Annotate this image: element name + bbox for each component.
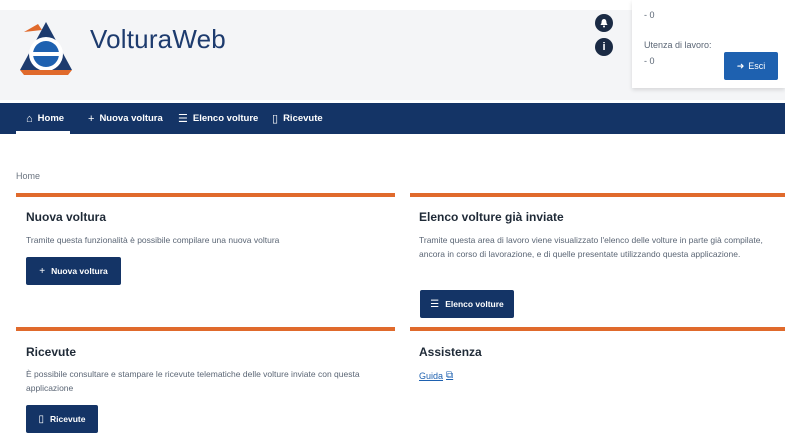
- header: VolturaWeb i - 0 Utenza di lavoro: - 0 ➜…: [0, 0, 785, 100]
- notification-bell-icon[interactable]: [595, 14, 613, 32]
- card-title-elenco-volture: Elenco volture già inviate: [419, 210, 564, 224]
- button-label: Nuova voltura: [51, 266, 108, 276]
- logout-label: Esci: [748, 61, 766, 71]
- breadcrumb: Home: [16, 171, 41, 181]
- card-title-nuova-voltura: Nuova voltura: [26, 210, 107, 224]
- nav-item-label: Home: [37, 113, 65, 124]
- card-accent-bar: [16, 193, 395, 197]
- document-icon: ▯: [38, 413, 45, 425]
- work-user-label: Utenza di lavoro:: [644, 40, 712, 50]
- nav-item-label: Ricevute: [283, 113, 323, 124]
- guide-link-label: Guida: [419, 370, 444, 381]
- card-title-assistenza: Assistenza: [419, 345, 482, 359]
- app-title: VolturaWeb: [90, 24, 226, 54]
- nuova-voltura-button[interactable]: + Nuova voltura: [26, 257, 121, 285]
- elenco-volture-button[interactable]: ☰ Elenco volture: [420, 290, 514, 318]
- button-label: Ricevute: [50, 414, 86, 424]
- agenzia-logo-icon: [20, 22, 72, 75]
- plus-icon: +: [39, 265, 46, 277]
- button-label: Elenco volture: [445, 299, 504, 309]
- logout-icon: ➜: [736, 60, 745, 71]
- nav-item-ricevute[interactable]: ▯ Ricevute: [272, 103, 323, 134]
- nav-item-label: Nuova voltura: [99, 113, 163, 124]
- card-accent-bar: [410, 193, 785, 197]
- card-text-elenco-volture: Tramite questa area di lavoro viene visu…: [419, 235, 763, 259]
- info-icon[interactable]: i: [595, 38, 613, 56]
- plus-icon: +: [88, 112, 95, 125]
- home-icon: ⌂: [26, 112, 33, 125]
- guide-link[interactable]: Guida ⧉: [419, 370, 453, 381]
- card-title-ricevute: Ricevute: [26, 345, 77, 359]
- list-icon: ☰: [178, 113, 188, 125]
- card-accent-bar: [16, 327, 395, 331]
- user-info-line: - 0: [644, 10, 655, 20]
- logout-button[interactable]: ➜ Esci: [724, 52, 778, 80]
- card-accent-bar: [410, 327, 785, 331]
- list-icon: ☰: [430, 298, 440, 310]
- card-text-nuova-voltura: Tramite questa funzionalità è possibile …: [26, 235, 280, 245]
- ricevute-button[interactable]: ▯ Ricevute: [26, 405, 98, 433]
- nav-item-home[interactable]: ⌂ Home: [15, 103, 71, 134]
- nav-item-nuova-voltura[interactable]: + Nuova voltura: [88, 103, 163, 134]
- user-panel: - 0 Utenza di lavoro: - 0 ➜ Esci: [632, 0, 785, 88]
- main-navbar: ⌂ Home + Nuova voltura ☰ Elenco volture …: [0, 103, 785, 134]
- nav-item-label: Elenco volture: [192, 113, 259, 124]
- nav-item-elenco-volture[interactable]: ☰ Elenco volture: [178, 103, 258, 134]
- work-user-value: - 0: [644, 56, 655, 66]
- document-icon: ▯: [272, 113, 279, 125]
- card-text-ricevute: È possibile consultare e stampare le ric…: [26, 369, 360, 393]
- external-link-icon: ⧉: [446, 370, 454, 381]
